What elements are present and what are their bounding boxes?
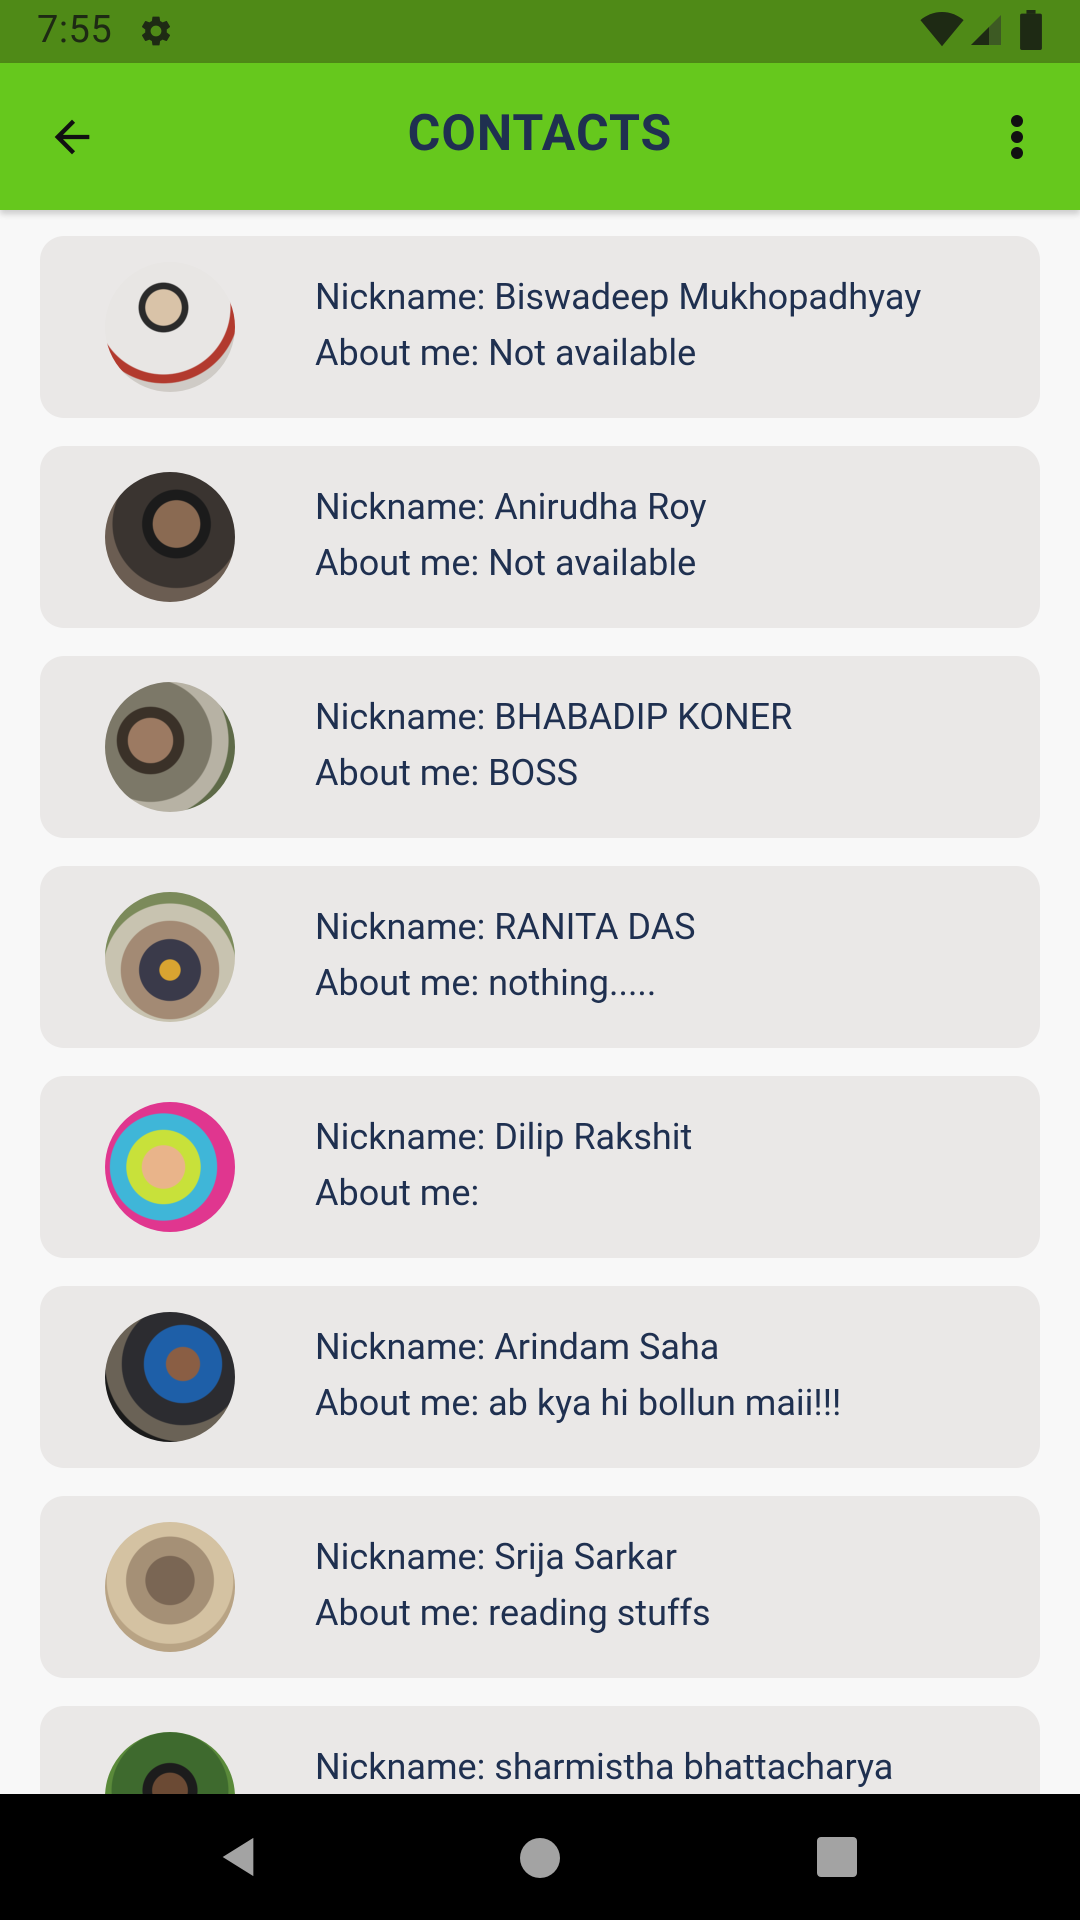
avatar — [105, 682, 235, 812]
avatar — [105, 262, 235, 392]
avatar — [105, 472, 235, 602]
cell-signal-icon — [971, 15, 1001, 45]
contact-card[interactable]: Nickname: Dilip Rakshit About me: — [40, 1076, 1040, 1258]
contact-nickname: Nickname: Srija Sarkar — [315, 1536, 677, 1578]
nav-recents-icon[interactable] — [817, 1837, 857, 1877]
page-title: CONTACTS — [407, 105, 673, 163]
nav-back-icon[interactable] — [215, 1834, 261, 1880]
contact-nickname: Nickname: sharmistha bhattacharya — [315, 1746, 894, 1788]
contact-card[interactable]: Nickname: Srija Sarkar About me: reading… — [40, 1496, 1040, 1678]
avatar — [105, 1312, 235, 1442]
contact-about: About me: BOSS — [315, 752, 579, 794]
battery-icon — [1020, 10, 1042, 50]
contact-card[interactable]: Nickname: sharmistha bhattacharya — [40, 1706, 1040, 1794]
contact-nickname: Nickname: Biswadeep Mukhopadhyay — [315, 276, 922, 318]
contact-about: About me: nothing..... — [315, 962, 657, 1004]
contact-about: About me: Not available — [315, 332, 697, 374]
contact-about: About me: ab kya hi bollun maii!!! — [315, 1382, 842, 1424]
status-time: 7:55 — [37, 8, 113, 52]
contact-card[interactable]: Nickname: Arindam Saha About me: ab kya … — [40, 1286, 1040, 1468]
contact-nickname: Nickname: Anirudha Roy — [315, 486, 707, 528]
avatar — [105, 892, 235, 1022]
avatar — [105, 1102, 235, 1232]
contact-nickname: Nickname: Dilip Rakshit — [315, 1116, 693, 1158]
more-vert-icon[interactable] — [1000, 113, 1034, 161]
contact-nickname: Nickname: BHABADIP KONER — [315, 696, 793, 738]
status-bar: 7:55 — [0, 0, 1080, 63]
contact-card[interactable]: Nickname: BHABADIP KONER About me: BOSS — [40, 656, 1040, 838]
contacts-list[interactable]: Nickname: Biswadeep Mukhopadhyay About m… — [0, 210, 1080, 1794]
system-nav-bar — [0, 1794, 1080, 1920]
avatar — [105, 1522, 235, 1652]
app-bar: CONTACTS — [0, 63, 1080, 210]
nav-home-icon[interactable] — [520, 1838, 560, 1878]
contact-nickname: Nickname: Arindam Saha — [315, 1326, 720, 1368]
contact-card[interactable]: Nickname: Biswadeep Mukhopadhyay About m… — [40, 236, 1040, 418]
avatar — [105, 1732, 235, 1794]
contact-card[interactable]: Nickname: RANITA DAS About me: nothing..… — [40, 866, 1040, 1048]
contact-about: About me: reading stuffs — [315, 1592, 711, 1634]
contact-nickname: Nickname: RANITA DAS — [315, 906, 696, 948]
settings-icon — [141, 16, 171, 46]
contact-about: About me: Not available — [315, 542, 697, 584]
contact-card[interactable]: Nickname: Anirudha Roy About me: Not ava… — [40, 446, 1040, 628]
wifi-icon — [920, 12, 964, 47]
contact-about: About me: — [315, 1172, 480, 1214]
